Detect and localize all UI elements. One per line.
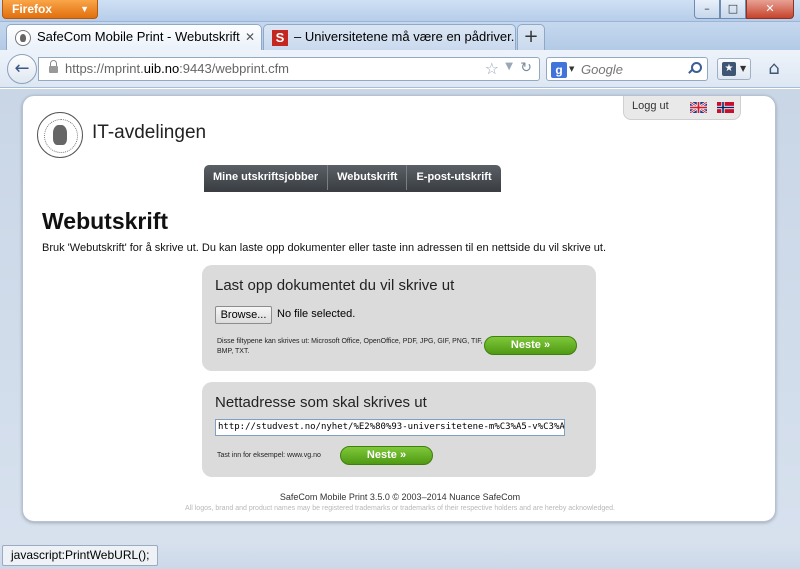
upload-panel: Last opp dokumentet du vil skrive ut Bro… (202, 265, 596, 371)
search-input[interactable]: Google (581, 62, 623, 77)
lock-icon[interactable] (49, 60, 58, 75)
browser-tab-safecom[interactable]: SafeCom Mobile Print - Webutskrift ✕ (6, 24, 262, 50)
user-bar: Logg ut (623, 96, 741, 120)
browse-button[interactable]: Browse... (215, 306, 272, 324)
page-card: Logg ut IT-avdelingen Mine utskriftsjobb… (22, 95, 776, 522)
footer-legal: All logos, brand and product names may b… (185, 505, 615, 512)
upload-next-button[interactable]: Neste » (484, 336, 577, 355)
browser-tab-label: – Universitetene må være en pådriver... (294, 29, 516, 44)
star-icon[interactable]: ☆ (485, 59, 499, 78)
chevron-down-icon: ▼ (740, 64, 747, 73)
status-bar: javascript:PrintWebURL(); (0, 542, 800, 569)
globe-icon (15, 30, 31, 46)
web-address-panel: Nettadresse som skal skrives ut http://s… (202, 382, 596, 477)
footer-version: SafeCom Mobile Print 3.5.0 © 2003–2014 N… (279, 492, 521, 502)
bookmarks-button[interactable]: ★ ▼ (717, 58, 751, 80)
firefox-menu-button[interactable]: Firefox ▼ (2, 0, 98, 19)
s-icon: S (272, 30, 288, 46)
chevron-down-icon[interactable]: ▼ (569, 65, 574, 73)
browser-tab-studvest[interactable]: S – Universitetene må være en pådriver..… (263, 24, 516, 50)
org-name: IT-avdelingen (92, 122, 207, 143)
upload-heading: Last opp dokumentet du vil skrive ut (215, 277, 455, 294)
norwegian-flag-icon[interactable] (717, 102, 734, 113)
page-tabs: Mine utskriftsjobber Webutskrift E-post-… (204, 165, 501, 190)
maximize-button[interactable]: □ (720, 0, 746, 19)
status-text: javascript:PrintWebURL(); (2, 545, 159, 566)
search-icon[interactable] (687, 61, 702, 75)
url-text[interactable]: https://mprint.uib.no:9443/webprint.cfm (65, 61, 289, 76)
web-address-heading: Nettadresse som skal skrives ut (215, 394, 427, 411)
reload-icon[interactable]: ↻ (520, 60, 532, 76)
chevron-down-icon: ▼ (80, 4, 89, 14)
home-icon[interactable]: ⌂ (762, 58, 786, 80)
tab-web-print[interactable]: Webutskrift (328, 165, 408, 190)
search-bar[interactable]: g ▼ Google (546, 57, 708, 81)
page-intro: Bruk 'Webutskrift' for å skrive ut. Du k… (42, 242, 607, 254)
bookmark-star-icon: ★ (722, 62, 736, 76)
web-address-example: Tast inn for eksempel: www.vg.no (217, 452, 321, 459)
chevron-down-icon[interactable]: ▼ (505, 61, 513, 72)
tabs-underline (204, 190, 501, 192)
page-viewport: Logg ut IT-avdelingen Mine utskriftsjobb… (0, 89, 800, 542)
google-icon[interactable]: g (551, 62, 567, 78)
uk-flag-icon[interactable] (690, 102, 707, 113)
web-address-input[interactable]: http://studvest.no/nyhet/%E2%80%93-unive… (215, 419, 565, 436)
url-bar[interactable]: https://mprint.uib.no:9443/webprint.cfm … (38, 57, 540, 81)
web-next-button[interactable]: Neste » (340, 446, 433, 465)
back-button[interactable]: ← (7, 54, 37, 84)
university-seal-icon (37, 112, 83, 158)
new-tab-button[interactable]: + (517, 24, 545, 50)
tab-email-print[interactable]: E-post-utskrift (407, 165, 501, 190)
file-status: No file selected. (277, 308, 356, 320)
close-window-button[interactable]: ✕ (746, 0, 794, 19)
tab-strip: SafeCom Mobile Print - Webutskrift ✕ S –… (0, 22, 800, 50)
firefox-menu-label: Firefox (12, 2, 53, 16)
navigation-bar: ← https://mprint.uib.no:9443/webprint.cf… (0, 50, 800, 88)
close-tab-icon[interactable]: ✕ (245, 25, 255, 49)
page-title: Webutskrift (42, 208, 169, 234)
browser-tab-label: SafeCom Mobile Print - Webutskrift (37, 29, 240, 44)
minimize-button[interactable]: – (694, 0, 720, 19)
supported-filetypes: Disse filtypene kan skrives ut: Microsof… (217, 338, 483, 355)
title-bar: Firefox ▼ – □ ✕ (0, 0, 800, 22)
tab-my-print-jobs[interactable]: Mine utskriftsjobber (204, 165, 329, 190)
logout-link[interactable]: Logg ut (632, 100, 669, 112)
